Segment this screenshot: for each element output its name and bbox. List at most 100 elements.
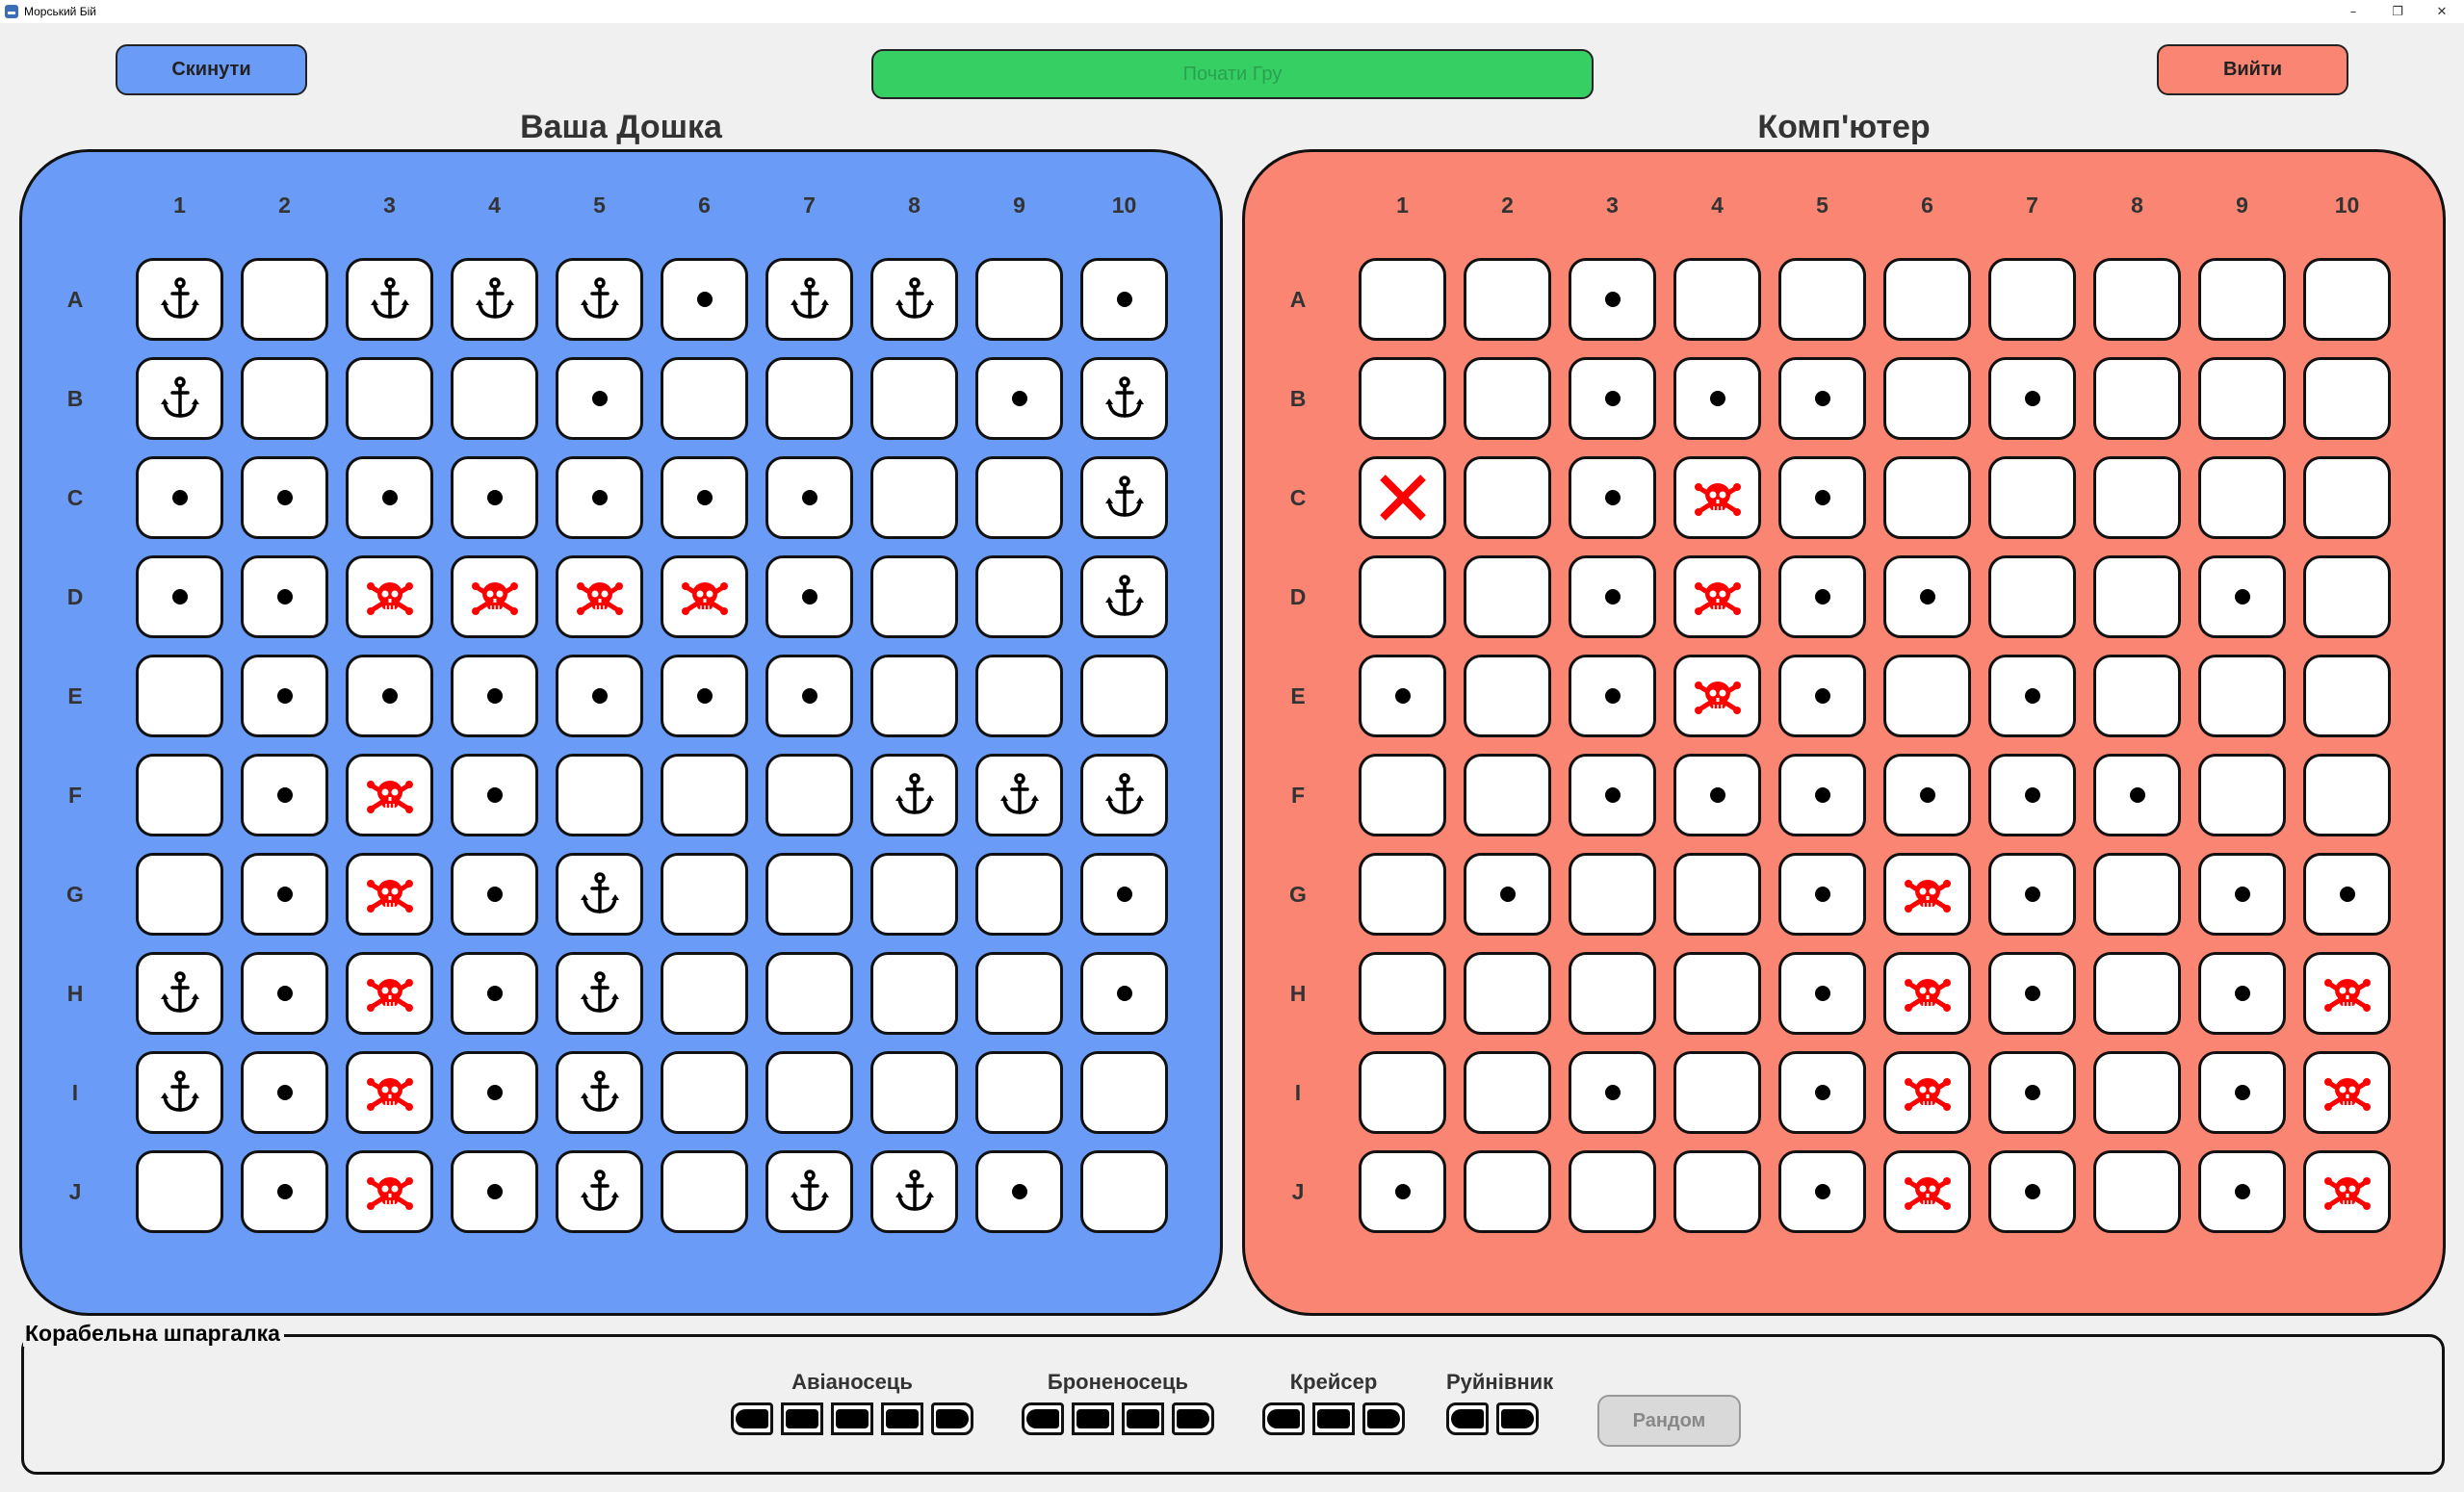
grid-cell[interactable] xyxy=(136,1051,223,1134)
grid-cell[interactable] xyxy=(870,357,958,440)
grid-cell[interactable] xyxy=(1883,754,1971,836)
grid-cell[interactable] xyxy=(870,456,958,539)
grid-cell[interactable] xyxy=(1988,357,2076,440)
grid-cell[interactable] xyxy=(451,555,538,638)
grid-cell[interactable] xyxy=(2198,952,2286,1035)
grid-cell[interactable] xyxy=(451,357,538,440)
grid-cell[interactable] xyxy=(451,952,538,1035)
grid-cell[interactable] xyxy=(346,853,433,936)
grid-cell[interactable] xyxy=(451,258,538,341)
grid-cell[interactable] xyxy=(1464,1051,1551,1134)
grid-cell[interactable] xyxy=(765,456,853,539)
grid-cell[interactable] xyxy=(1080,754,1168,836)
grid-cell[interactable] xyxy=(241,1051,328,1134)
grid-cell[interactable] xyxy=(2198,456,2286,539)
grid-cell[interactable] xyxy=(661,754,748,836)
grid-cell[interactable] xyxy=(661,258,748,341)
grid-cell[interactable] xyxy=(556,258,643,341)
grid-cell[interactable] xyxy=(2198,1150,2286,1233)
grid-cell[interactable] xyxy=(1569,655,1656,737)
grid-cell[interactable] xyxy=(451,655,538,737)
grid-cell[interactable] xyxy=(1464,456,1551,539)
grid-cell[interactable] xyxy=(1673,555,1761,638)
grid-cell[interactable] xyxy=(1464,754,1551,836)
grid-cell[interactable] xyxy=(1359,1150,1446,1233)
grid-cell[interactable] xyxy=(241,1150,328,1233)
grid-cell[interactable] xyxy=(2303,655,2391,737)
grid-cell[interactable] xyxy=(136,853,223,936)
grid-cell[interactable] xyxy=(136,754,223,836)
grid-cell[interactable] xyxy=(556,853,643,936)
grid-cell[interactable] xyxy=(1778,555,1866,638)
grid-cell[interactable] xyxy=(2303,357,2391,440)
grid-cell[interactable] xyxy=(1883,1051,1971,1134)
grid-cell[interactable] xyxy=(1080,1051,1168,1134)
grid-cell[interactable] xyxy=(2198,555,2286,638)
grid-cell[interactable] xyxy=(451,853,538,936)
grid-cell[interactable] xyxy=(556,357,643,440)
grid-cell[interactable] xyxy=(1883,853,1971,936)
grid-cell[interactable] xyxy=(451,1150,538,1233)
grid-cell[interactable] xyxy=(1080,357,1168,440)
grid-cell[interactable] xyxy=(1359,1051,1446,1134)
grid-cell[interactable] xyxy=(1359,456,1446,539)
grid-cell[interactable] xyxy=(975,258,1063,341)
grid-cell[interactable] xyxy=(1464,258,1551,341)
grid-cell[interactable] xyxy=(1673,655,1761,737)
grid-cell[interactable] xyxy=(556,555,643,638)
grid-cell[interactable] xyxy=(765,555,853,638)
grid-cell[interactable] xyxy=(1883,952,1971,1035)
grid-cell[interactable] xyxy=(1778,357,1866,440)
grid-cell[interactable] xyxy=(1883,258,1971,341)
grid-cell[interactable] xyxy=(765,952,853,1035)
grid-cell[interactable] xyxy=(765,357,853,440)
grid-cell[interactable] xyxy=(1778,258,1866,341)
grid-cell[interactable] xyxy=(2093,555,2181,638)
grid-cell[interactable] xyxy=(2198,853,2286,936)
grid-cell[interactable] xyxy=(975,357,1063,440)
grid-cell[interactable] xyxy=(975,853,1063,936)
grid-cell[interactable] xyxy=(661,853,748,936)
grid-cell[interactable] xyxy=(1569,853,1656,936)
grid-cell[interactable] xyxy=(2093,1051,2181,1134)
grid-cell[interactable] xyxy=(1673,456,1761,539)
grid-cell[interactable] xyxy=(2093,357,2181,440)
grid-cell[interactable] xyxy=(1883,555,1971,638)
exit-button[interactable]: Вийти xyxy=(2157,44,2348,95)
ship-segments[interactable] xyxy=(1446,1402,1539,1435)
ship-group[interactable]: Крейсер xyxy=(1262,1370,1405,1435)
grid-cell[interactable] xyxy=(2093,853,2181,936)
grid-cell[interactable] xyxy=(765,853,853,936)
grid-cell[interactable] xyxy=(1883,357,1971,440)
grid-cell[interactable] xyxy=(661,1051,748,1134)
grid-cell[interactable] xyxy=(1673,754,1761,836)
grid-cell[interactable] xyxy=(556,655,643,737)
grid-cell[interactable] xyxy=(346,1150,433,1233)
grid-cell[interactable] xyxy=(1988,754,2076,836)
grid-cell[interactable] xyxy=(975,555,1063,638)
grid-cell[interactable] xyxy=(1778,1051,1866,1134)
grid-cell[interactable] xyxy=(1359,258,1446,341)
grid-cell[interactable] xyxy=(1988,853,2076,936)
grid-cell[interactable] xyxy=(556,952,643,1035)
grid-cell[interactable] xyxy=(2303,258,2391,341)
grid-cell[interactable] xyxy=(1988,952,2076,1035)
grid-cell[interactable] xyxy=(1359,853,1446,936)
grid-cell[interactable] xyxy=(1673,952,1761,1035)
grid-cell[interactable] xyxy=(661,952,748,1035)
grid-cell[interactable] xyxy=(1673,853,1761,936)
random-placement-button[interactable]: Рандом xyxy=(1597,1395,1741,1447)
grid-cell[interactable] xyxy=(2198,258,2286,341)
grid-cell[interactable] xyxy=(2303,456,2391,539)
grid-cell[interactable] xyxy=(870,1150,958,1233)
grid-cell[interactable] xyxy=(1778,456,1866,539)
grid-cell[interactable] xyxy=(765,655,853,737)
grid-cell[interactable] xyxy=(556,1150,643,1233)
grid-cell[interactable] xyxy=(870,754,958,836)
grid-cell[interactable] xyxy=(975,456,1063,539)
grid-cell[interactable] xyxy=(346,952,433,1035)
grid-cell[interactable] xyxy=(136,456,223,539)
grid-cell[interactable] xyxy=(1359,754,1446,836)
grid-cell[interactable] xyxy=(975,1051,1063,1134)
grid-cell[interactable] xyxy=(2093,754,2181,836)
